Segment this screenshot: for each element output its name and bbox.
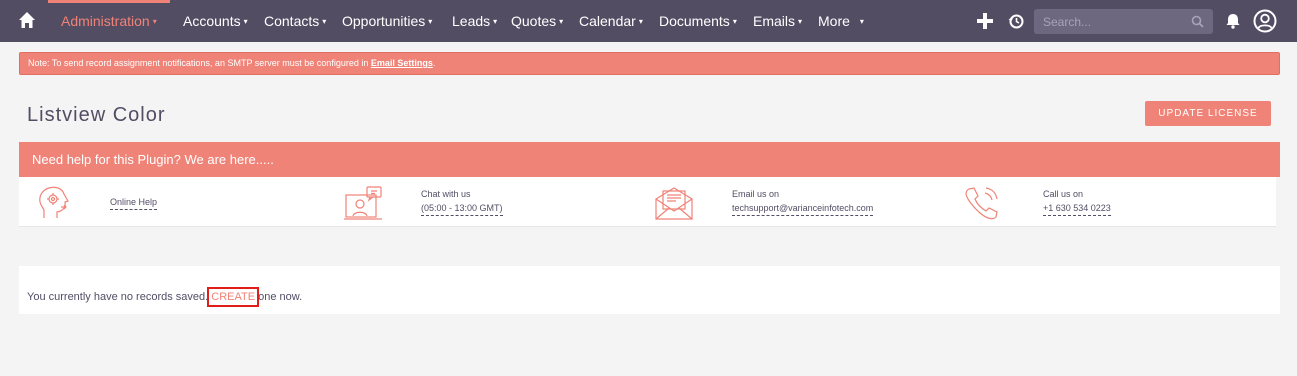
smtp-notice: Note: To send record assignment notifica…	[19, 52, 1280, 75]
chevron-down-icon: ▾	[559, 17, 564, 26]
email-icon	[655, 187, 693, 220]
nav-quotes[interactable]: Quotes ▾	[511, 0, 563, 42]
help-panel: Online Help Chat with us (05:00 - 13:00 …	[19, 177, 1276, 227]
nav-label: More	[818, 13, 850, 29]
chat-support-icon	[344, 186, 382, 220]
nav-label: Quotes	[511, 13, 557, 29]
nav-accounts[interactable]: Accounts ▾	[183, 0, 248, 42]
nav-emails[interactable]: Emails ▾	[753, 0, 802, 42]
nav-label: Accounts	[183, 13, 241, 29]
online-help-link[interactable]: Online Help	[110, 195, 158, 210]
nav-label: Administration	[61, 13, 150, 29]
nav-opportunities[interactable]: Opportunities ▾	[342, 0, 432, 42]
chevron-down-icon: ▾	[493, 17, 498, 26]
list-empty-panel: You currently have no records saved. CRE…	[19, 266, 1280, 314]
chevron-down-icon: ▾	[732, 17, 737, 26]
email-label: Email us on	[732, 189, 780, 199]
phone-number-link[interactable]: +1 630 534 0223	[1043, 201, 1111, 216]
empty-prefix: You currently have no records saved.	[27, 291, 212, 303]
search-box	[1034, 9, 1213, 34]
nav-calendar[interactable]: Calendar ▾	[579, 0, 643, 42]
search-input[interactable]	[1043, 13, 1183, 30]
notice-text: Note: To send record assignment notifica…	[28, 58, 371, 68]
empty-suffix: one now.	[255, 291, 303, 303]
nav-label: Opportunities	[342, 13, 426, 29]
chevron-down-icon: ▾	[798, 17, 803, 26]
chevron-down-icon: ▾	[152, 17, 157, 26]
nav-label: Calendar	[579, 13, 636, 29]
page-title: Listview Color	[27, 104, 166, 126]
nav-label: Documents	[659, 13, 730, 29]
update-license-button[interactable]: UPDATE LICENSE	[1145, 101, 1271, 126]
nav-more[interactable]: More ▾	[818, 0, 864, 42]
chevron-down-icon: ▾	[638, 17, 643, 26]
top-navbar: Administration ▾ Accounts ▾ Contacts ▾ Oppo…	[0, 0, 1297, 42]
create-link[interactable]: CREATE	[207, 287, 260, 307]
nav-label: Leads	[452, 13, 491, 29]
search-icon[interactable]	[1191, 15, 1204, 28]
help-heading: Need help for this Plugin? We are here..…	[19, 142, 1280, 177]
nav-leads[interactable]: Leads ▾	[452, 0, 497, 42]
chat-hours-link[interactable]: (05:00 - 13:00 GMT)	[421, 201, 503, 216]
nav-contacts[interactable]: Contacts ▾	[264, 0, 326, 42]
home-icon[interactable]	[18, 11, 36, 29]
head-gears-icon	[39, 186, 69, 218]
chevron-down-icon: ▾	[428, 17, 433, 26]
nav-documents[interactable]: Documents ▾	[659, 0, 737, 42]
support-email-link[interactable]: techsupport@varianceinfotech.com	[732, 201, 874, 216]
chat-label: Chat with us	[421, 189, 471, 199]
chevron-down-icon: ▾	[859, 17, 864, 26]
phone-icon	[965, 187, 998, 220]
empty-message: You currently have no records saved. CRE…	[27, 287, 303, 307]
email-settings-link[interactable]: Email Settings	[371, 58, 433, 68]
nav-administration[interactable]: Administration ▾	[48, 0, 170, 42]
call-label: Call us on	[1043, 189, 1084, 199]
notice-suffix: .	[432, 58, 436, 68]
history-icon[interactable]	[1006, 11, 1026, 31]
chevron-down-icon: ▾	[243, 17, 248, 26]
nav-label: Emails	[753, 13, 796, 29]
chevron-down-icon: ▾	[322, 17, 327, 26]
bell-icon[interactable]	[1223, 11, 1243, 31]
user-avatar-icon[interactable]	[1253, 9, 1277, 33]
plus-icon[interactable]	[975, 11, 995, 31]
nav-label: Contacts	[264, 13, 320, 29]
